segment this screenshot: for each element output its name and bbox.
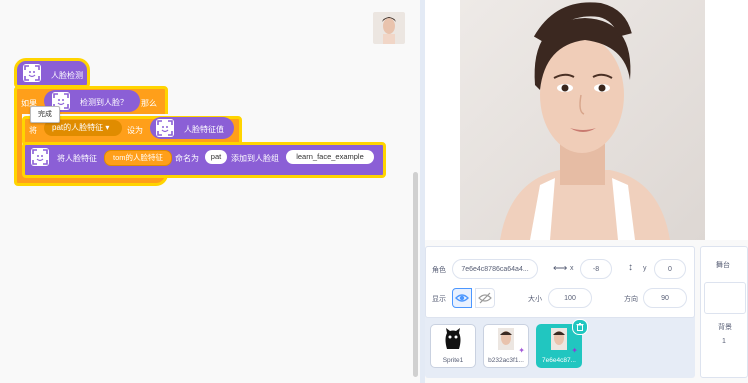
add-to-group-label: 添加到人脸组 [231,154,279,163]
cat-icon [445,328,461,349]
sparkle-icon: ✦ [518,346,525,355]
sprite-name: Sprite1 [442,357,464,364]
sprite-name: 7e6e4c87... [542,357,576,364]
size-label: 大小 [528,296,542,303]
face-group-input[interactable]: learn_face_example [286,150,374,164]
face-feature-reporter[interactable]: 人脸特征值 [150,117,234,139]
set-label: 将 [29,126,37,135]
delete-sprite-icon[interactable] [572,319,588,335]
stage-image [460,0,705,240]
sprite-name-field[interactable]: 7e6e4c8786ca64a4... [452,259,538,279]
sprite-thumbnail [373,12,405,44]
backdrop-label: 背景 [718,324,732,331]
face-scan-icon [23,64,41,82]
show-eye-icon[interactable] [452,288,472,308]
tooltip: 完成 [30,106,60,123]
add-face-label: 将人脸特征 [57,154,97,163]
show-label: 显示 [432,296,446,303]
condition-label: 检测到人脸？ [80,98,128,107]
sprite-label: 角色 [432,267,446,274]
horizontal-arrows-icon: ⟷ [553,263,568,274]
y-field[interactable]: 0 [654,259,686,279]
hat-label: 人脸检测 [51,71,83,80]
sprite-tile[interactable]: ✦ b232ac3f1... [483,324,529,368]
backdrop-count: 1 [722,338,726,345]
stage-title: 舞台 [716,262,730,269]
hide-eye-icon[interactable] [475,288,495,308]
x-label: x [570,265,574,272]
face-detection-hat-block[interactable]: 人脸检测 [14,58,90,88]
x-field[interactable]: -8 [580,259,612,279]
workspace-scrollbar[interactable] [413,172,418,377]
face-scan-icon [156,119,174,137]
direction-field[interactable]: 90 [643,288,687,308]
y-label: y [643,265,647,272]
size-field[interactable]: 100 [548,288,592,308]
then-label: 那么 [141,99,157,108]
stage-thumbnail[interactable] [704,282,746,314]
face-name-input[interactable]: pat [205,150,227,164]
direction-label: 方向 [624,296,638,303]
face-scan-icon [31,148,49,166]
sprite-tile[interactable]: Sprite1 [430,324,476,368]
reporter-label: 人脸特征值 [184,125,224,134]
sparkle-icon: ✦ [571,346,578,355]
set-to-label: 设为 [127,126,143,135]
vertical-arrows-icon: ↕ [628,262,633,273]
face-feature-variable[interactable]: tom的人脸特征 [104,150,172,166]
name-as-label: 命名为 [175,154,199,163]
sprite-name: b232ac3f1... [488,357,524,364]
